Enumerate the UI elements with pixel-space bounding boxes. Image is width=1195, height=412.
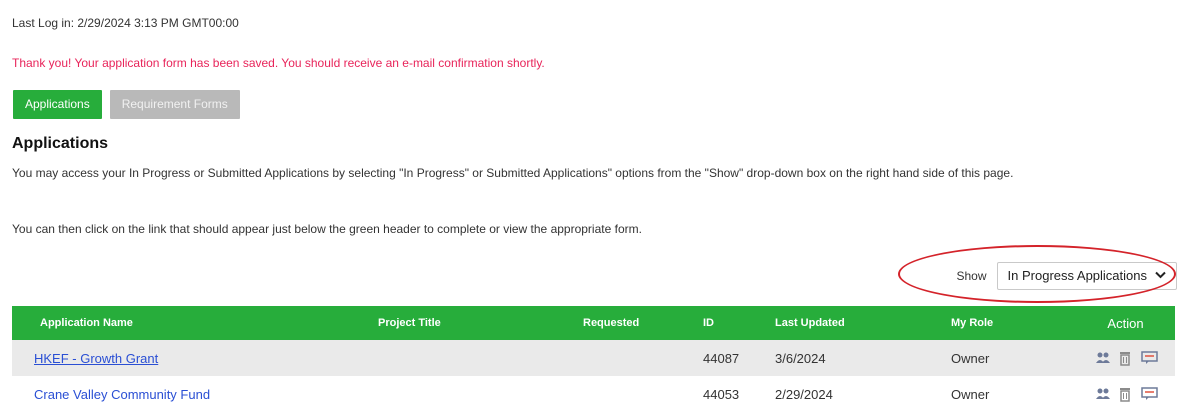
- comment-icon[interactable]: [1140, 387, 1158, 401]
- tab-applications[interactable]: Applications: [13, 90, 102, 119]
- requested-cell: [573, 340, 693, 376]
- show-dropdown[interactable]: In Progress Applications: [996, 262, 1177, 290]
- trash-icon[interactable]: [1118, 387, 1134, 402]
- table-row: HKEF - Growth Grant 44087 3/6/2024 Owner: [12, 340, 1175, 376]
- column-header-id[interactable]: ID: [693, 306, 765, 340]
- tab-requirement-forms[interactable]: Requirement Forms: [109, 90, 240, 119]
- chevron-down-icon: [1155, 263, 1166, 289]
- instructions-paragraph-2: You can then click on the link that shou…: [12, 222, 642, 236]
- last-updated-cell: 3/6/2024: [775, 350, 826, 366]
- row-actions: [1086, 351, 1165, 366]
- row-actions: [1086, 387, 1165, 402]
- table-row: Crane Valley Community Fund 44053 2/29/2…: [12, 376, 1175, 412]
- role-cell: Owner: [951, 386, 990, 402]
- application-link[interactable]: HKEF - Growth Grant: [34, 351, 158, 366]
- column-header-application-name[interactable]: Application Name: [12, 306, 368, 340]
- project-title-cell: [368, 340, 573, 376]
- application-link[interactable]: Crane Valley Community Fund: [34, 387, 210, 402]
- id-cell: 44053: [703, 386, 740, 402]
- column-header-project-title[interactable]: Project Title: [368, 306, 573, 340]
- project-title-cell: [368, 376, 573, 412]
- table-header-row: Application Name Project Title Requested…: [12, 306, 1175, 340]
- team-icon[interactable]: [1095, 387, 1111, 401]
- requested-cell: [573, 376, 693, 412]
- show-dropdown-value: In Progress Applications: [1007, 268, 1147, 283]
- column-header-requested[interactable]: Requested: [573, 306, 693, 340]
- last-login-text: Last Log in: 2/29/2024 3:13 PM GMT00:00: [12, 16, 239, 30]
- applications-table: Application Name Project Title Requested…: [12, 306, 1175, 412]
- instructions-paragraph: You may access your In Progress or Submi…: [12, 166, 1014, 180]
- column-header-last-updated[interactable]: Last Updated: [765, 306, 941, 340]
- column-header-my-role[interactable]: My Role: [941, 306, 1076, 340]
- comment-icon[interactable]: [1140, 351, 1158, 365]
- trash-icon[interactable]: [1118, 351, 1134, 366]
- show-filter: Show In Progress Applications: [956, 262, 1177, 290]
- show-label: Show: [956, 269, 987, 283]
- last-updated-cell: 2/29/2024: [775, 386, 833, 402]
- role-cell: Owner: [951, 350, 990, 366]
- tab-bar: Applications Requirement Forms: [13, 90, 240, 119]
- column-header-action: Action: [1107, 315, 1144, 331]
- page-title: Applications: [12, 135, 109, 152]
- team-icon[interactable]: [1095, 351, 1111, 365]
- id-cell: 44087: [703, 350, 740, 366]
- save-confirmation-message: Thank you! Your application form has bee…: [12, 56, 545, 70]
